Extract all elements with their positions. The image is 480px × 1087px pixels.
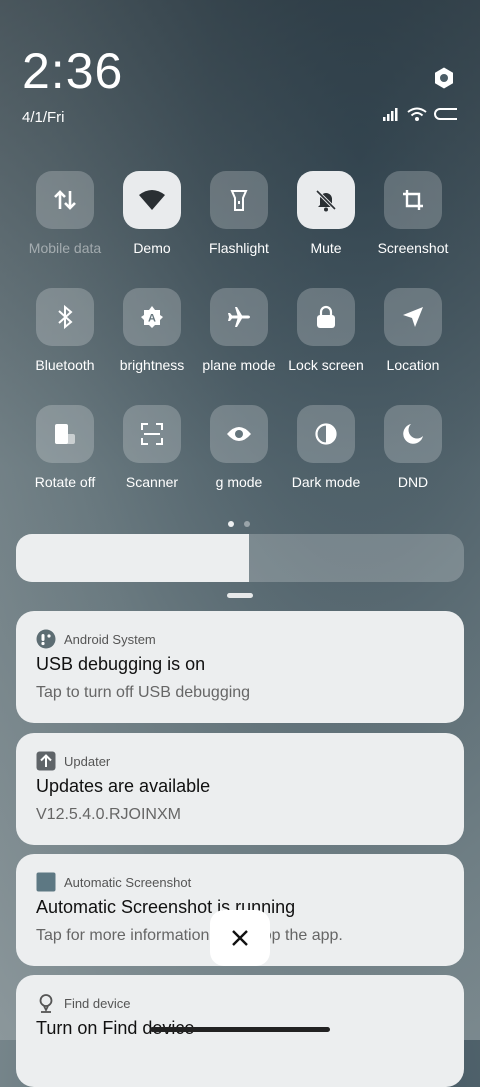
notification-app-name: Automatic Screenshot [64,874,192,890]
tile-label: Screenshot [377,240,449,256]
close-icon [232,930,248,946]
tile-label: Mute [310,240,342,256]
tile-reading-mode[interactable]: g mode [191,405,287,490]
tile-label: brightness [119,357,185,373]
drag-handle[interactable] [227,593,253,598]
tile-label: DND [397,474,429,490]
airplane-icon [210,288,268,346]
rotate-lock-icon [36,405,94,463]
tile-mute[interactable]: Mute [278,171,374,256]
tile-label: Location [386,357,440,373]
tile-scanner[interactable]: Scanner [104,405,200,490]
tile-demo[interactable]: Demo [104,171,200,256]
notification-body: V12.5.4.0.RJOINXM [36,806,181,823]
tile-mobile-data[interactable]: Mobile data [17,171,113,256]
notification-title: Updates are available [36,776,211,796]
clear-notifications-button[interactable] [210,910,270,966]
location-arrow-icon [384,288,442,346]
notification-card[interactable]: Android System USB debugging is on Tap t… [16,611,464,723]
mobile-data-icon [36,171,94,229]
tile-dark-mode[interactable]: Dark mode [278,405,374,490]
dark-mode-icon [297,405,355,463]
tile-label: g mode [215,474,263,490]
tile-label: Demo [133,240,171,256]
gear-icon[interactable] [432,66,456,90]
notification-title: USB debugging is on [36,654,206,674]
tile-flashlight[interactable]: Flashlight [191,171,287,256]
tile-airplane-mode[interactable]: plane mode [191,288,287,373]
update-arrow-icon [36,751,56,771]
battery-icon [434,108,457,120]
find-device-icon [39,994,53,1013]
scanner-icon [123,405,181,463]
page-dot [244,521,250,527]
tile-brightness[interactable]: A brightness [104,288,200,373]
svg-text:A: A [148,313,156,325]
notification-body: Tap for more information or to stop the … [36,927,343,944]
auto-brightness-icon: A [123,288,181,346]
lock-icon [297,288,355,346]
notification-card[interactable]: Updater Updates are available V12.5.4.0.… [16,733,464,845]
status-bar-icons [383,107,459,121]
tile-label: Dark mode [291,474,361,490]
signal-icon [383,108,398,121]
eye-icon [210,405,268,463]
bluetooth-icon [36,288,94,346]
notification-header: Find device [36,993,130,1013]
brightness-slider-fill [16,534,249,582]
notification-body: Tap to turn off USB debugging [36,684,251,701]
notification-header: Android System [36,629,156,649]
clock: 2:36 [22,43,124,99]
tile-label: Mobile data [28,240,102,256]
tile-bluetooth[interactable]: Bluetooth [17,288,113,373]
app-square-icon [36,872,56,892]
tile-location[interactable]: Location [365,288,461,373]
tile-label: Lock screen [288,357,364,373]
wifi-status-icon [407,107,427,121]
notification-app-name: Updater [64,753,111,769]
flashlight-icon [210,171,268,229]
tile-label: Bluetooth [35,357,95,373]
moon-icon [384,405,442,463]
notification-app-name: Android System [64,631,156,647]
tile-lock-screen[interactable]: Lock screen [278,288,374,373]
wifi-icon [123,171,181,229]
tile-label: Flashlight [209,240,269,256]
notification-app-name: Find device [64,995,131,1011]
brightness-slider[interactable] [16,534,464,582]
page-dot [228,521,234,527]
tile-label: Scanner [125,474,179,490]
notification-header: Updater [36,751,110,771]
tile-label: plane mode [202,357,276,373]
tile-screenshot[interactable]: Screenshot [365,171,461,256]
tile-dnd[interactable]: DND [365,405,461,490]
bell-off-icon [297,171,355,229]
tile-rotate-off[interactable]: Rotate off [17,405,113,490]
tile-label: Rotate off [34,474,96,490]
date: 4/1/Fri [22,109,65,126]
notification-header: Automatic Screenshot [36,872,191,892]
android-system-icon [36,629,56,649]
page-indicator [228,521,250,527]
crop-icon [384,171,442,229]
home-indicator[interactable] [150,1027,330,1032]
